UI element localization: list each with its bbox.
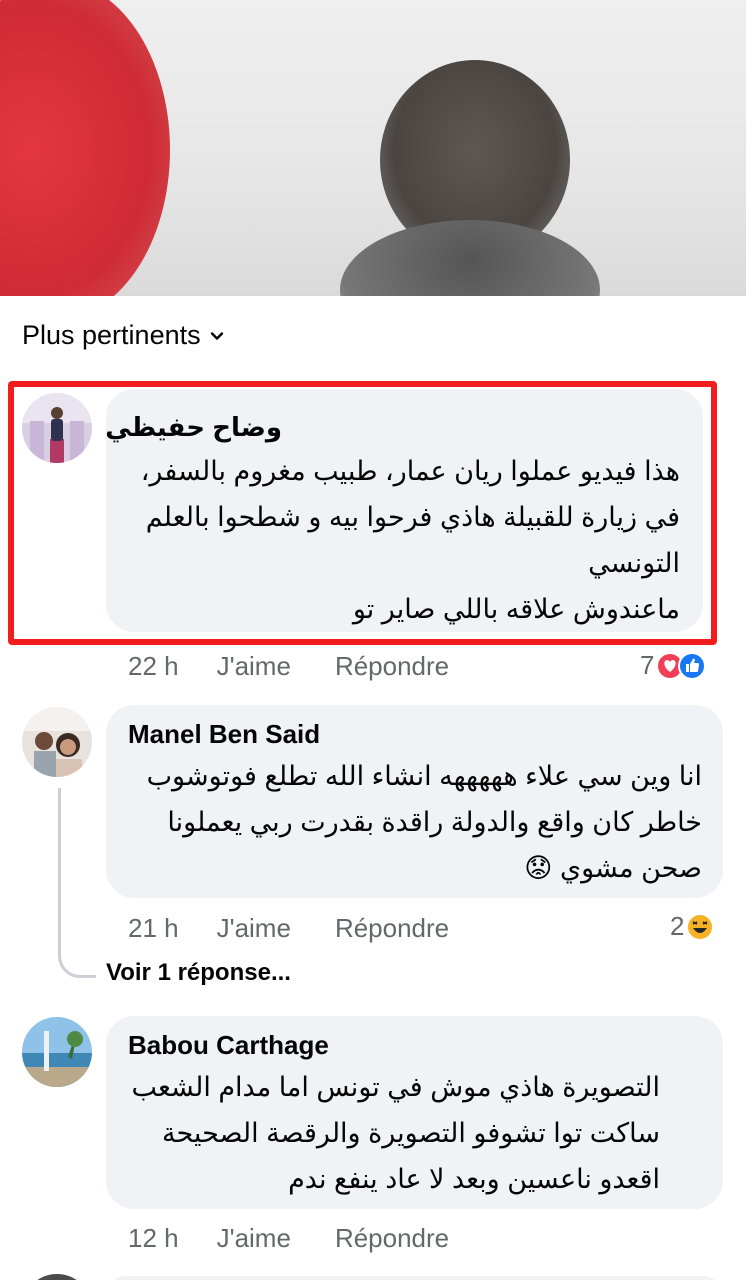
avatar[interactable] bbox=[22, 1274, 92, 1280]
reply-button[interactable]: Répondre bbox=[335, 913, 449, 944]
highlight-box bbox=[8, 381, 717, 645]
reaction-count: 2 bbox=[670, 911, 685, 941]
comment-time[interactable]: 22 h bbox=[128, 651, 179, 682]
avatar[interactable] bbox=[22, 707, 92, 777]
like-button[interactable]: J'aime bbox=[217, 1223, 291, 1254]
video-person-body bbox=[340, 220, 600, 296]
haha-reaction-icon bbox=[686, 912, 715, 941]
comment-text: انا وين سي علاء هههههه انشاء الله تطلع ف… bbox=[146, 761, 702, 883]
reaction-count: 7 bbox=[640, 650, 655, 680]
comment-time[interactable]: 12 h bbox=[128, 1223, 179, 1254]
like-button[interactable]: J'aime bbox=[217, 651, 291, 682]
comment-actions: 12 h J'aime Répondre bbox=[128, 1223, 449, 1254]
comment-actions: 22 h J'aime Répondre bbox=[128, 651, 449, 682]
chevron-down-icon bbox=[210, 331, 223, 340]
reply-button[interactable]: Répondre bbox=[335, 1223, 449, 1254]
view-replies-link[interactable]: Voir 1 réponse... bbox=[106, 959, 291, 987]
sort-label: Plus pertinents bbox=[22, 320, 201, 350]
video-player[interactable] bbox=[0, 0, 746, 296]
comment-author[interactable]: Manel Ben Said bbox=[128, 719, 320, 750]
comment-text: التصويرة هاذي موش في تونس اما مدام الشعب… bbox=[131, 1072, 660, 1194]
thread-line bbox=[58, 788, 96, 978]
comment-actions: 21 h J'aime Répondre bbox=[128, 913, 449, 944]
reply-button[interactable]: Répondre bbox=[335, 651, 449, 682]
comment-author[interactable]: Babou Carthage bbox=[128, 1030, 329, 1061]
avatar[interactable] bbox=[22, 1017, 92, 1087]
video-person-left bbox=[0, 0, 170, 296]
like-button[interactable]: J'aime bbox=[217, 913, 291, 944]
comment-time[interactable]: 21 h bbox=[128, 913, 179, 944]
reaction-summary[interactable]: 7 bbox=[640, 650, 707, 681]
like-reaction-icon bbox=[678, 651, 707, 680]
sort-dropdown[interactable]: Plus pertinents bbox=[22, 320, 225, 351]
reaction-summary[interactable]: 2 bbox=[670, 911, 715, 942]
comment-bubble bbox=[106, 1276, 723, 1280]
